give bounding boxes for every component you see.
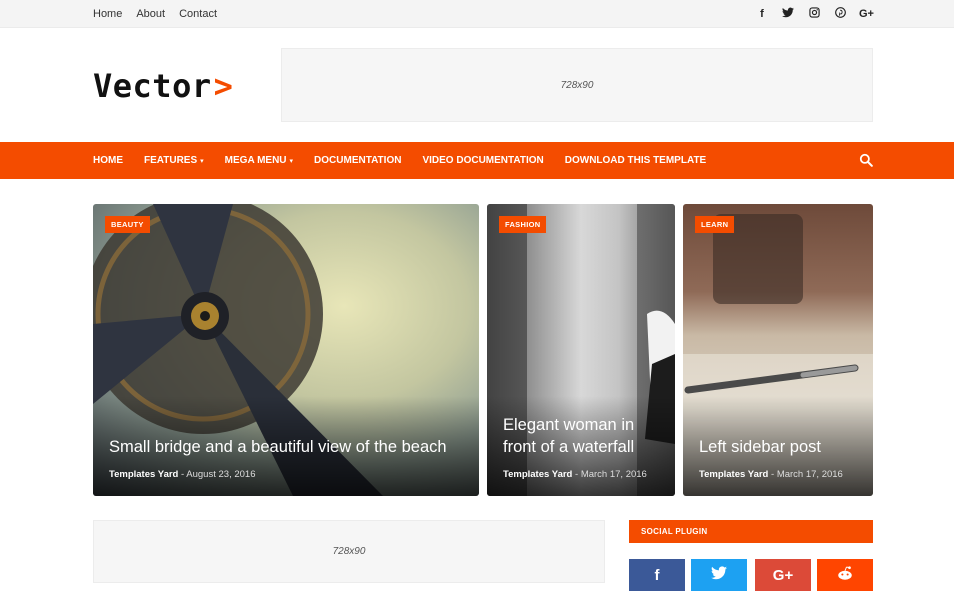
top-links: Home About Contact bbox=[93, 0, 217, 28]
nav-item-home[interactable]: HOME bbox=[93, 155, 123, 166]
featured-post-card[interactable]: BEAUTY Small bridge and a beautiful view… bbox=[93, 204, 479, 496]
header-ad-banner[interactable]: 728x90 bbox=[281, 48, 873, 122]
nav-items: HOME FEATURES ▾ MEGA MENU ▾ DOCUMENTATION … bbox=[93, 142, 706, 179]
instagram-icon[interactable] bbox=[807, 7, 821, 21]
logo-wordmark: Vector bbox=[93, 67, 212, 105]
nav-item-features[interactable]: FEATURES ▾ bbox=[144, 155, 204, 166]
category-tag[interactable]: BEAUTY bbox=[105, 216, 150, 233]
top-link-home[interactable]: Home bbox=[93, 8, 122, 20]
featured-post-card[interactable]: LEARN Left sidebar post Templates Yard -… bbox=[683, 204, 873, 496]
nav-item-documentation[interactable]: DOCUMENTATION bbox=[314, 155, 401, 166]
post-author[interactable]: Templates Yard bbox=[503, 469, 572, 480]
post-title[interactable]: Small bridge and a beautiful view of the… bbox=[109, 436, 465, 458]
twitter-share-button[interactable] bbox=[691, 559, 747, 591]
nav-item-download-template[interactable]: DOWNLOAD THIS TEMPLATE bbox=[565, 155, 706, 166]
google-plus-icon: G+ bbox=[772, 566, 794, 584]
post-author[interactable]: Templates Yard bbox=[699, 469, 768, 480]
post-date: August 23, 2016 bbox=[186, 469, 256, 480]
main-nav: HOME FEATURES ▾ MEGA MENU ▾ DOCUMENTATION … bbox=[0, 142, 954, 179]
category-tag[interactable]: FASHION bbox=[499, 216, 547, 233]
nav-item-video-documentation[interactable]: VIDEO DOCUMENTATION bbox=[422, 155, 543, 166]
pinterest-icon[interactable] bbox=[833, 7, 847, 21]
post-title[interactable]: Left sidebar post bbox=[699, 436, 859, 458]
post-meta: Templates Yard - March 17, 2016 bbox=[503, 469, 647, 480]
top-bar: Home About Contact f G+ bbox=[0, 0, 954, 28]
post-author[interactable]: Templates Yard bbox=[109, 469, 178, 480]
google-plus-icon[interactable]: G+ bbox=[859, 8, 874, 20]
top-social-icons: f G+ bbox=[755, 0, 874, 28]
content-ad-banner[interactable]: 728x90 bbox=[93, 520, 605, 583]
post-date: March 17, 2016 bbox=[776, 469, 843, 480]
twitter-icon[interactable] bbox=[781, 7, 795, 21]
ad-size-label: 728x90 bbox=[332, 546, 366, 557]
post-title[interactable]: Elegant woman in front of a waterfall bbox=[503, 414, 661, 458]
logo-chevron: > bbox=[213, 67, 233, 105]
featured-post-card[interactable]: FASHION Elegant woman in front of a wate… bbox=[487, 204, 675, 496]
google-plus-share-button[interactable]: G+ bbox=[755, 559, 811, 591]
reddit-icon bbox=[836, 565, 854, 585]
top-link-contact[interactable]: Contact bbox=[179, 8, 217, 20]
chevron-down-icon: ▾ bbox=[289, 157, 294, 165]
post-date: March 17, 2016 bbox=[580, 469, 647, 480]
ad-size-label: 728x90 bbox=[560, 79, 594, 91]
chevron-down-icon: ▾ bbox=[200, 157, 204, 165]
search-icon[interactable] bbox=[859, 153, 873, 167]
facebook-icon[interactable]: f bbox=[755, 8, 769, 20]
post-meta: Templates Yard - August 23, 2016 bbox=[109, 469, 256, 480]
facebook-share-button[interactable]: f bbox=[629, 559, 685, 591]
site-logo[interactable]: Vector > bbox=[93, 66, 233, 106]
facebook-icon: f bbox=[654, 566, 660, 584]
reddit-share-button[interactable] bbox=[817, 559, 873, 591]
category-tag[interactable]: LEARN bbox=[695, 216, 735, 233]
post-meta: Templates Yard - March 17, 2016 bbox=[699, 469, 843, 480]
top-link-about[interactable]: About bbox=[136, 8, 165, 20]
twitter-icon bbox=[711, 566, 727, 584]
social-plugin-heading: SOCIAL PLUGIN bbox=[629, 520, 873, 543]
nav-item-mega-menu[interactable]: MEGA MENU ▾ bbox=[225, 155, 293, 166]
